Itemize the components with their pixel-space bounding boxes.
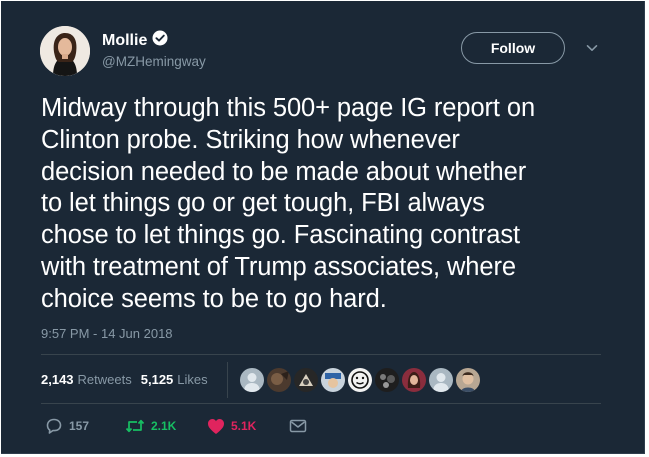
retweets-count[interactable]: 2,143 [41,372,74,387]
retweet-count: 2.1K [151,419,177,433]
direct-message-action[interactable] [289,418,307,434]
author-display-name[interactable]: Mollie [102,32,147,50]
liker-avatar[interactable] [294,368,318,392]
follow-button[interactable]: Follow [461,32,565,64]
liker-avatar[interactable] [348,368,372,392]
author-handle[interactable]: @MZHemingway [102,54,206,69]
chevron-down-icon[interactable] [585,41,599,55]
liker-avatar[interactable] [240,368,264,392]
reply-action[interactable]: 157 [45,417,125,435]
verified-badge-icon [152,30,168,51]
envelope-icon[interactable] [289,418,307,434]
author-avatar[interactable] [40,26,90,76]
tweet-text-line: chose to let things go. Fascinating cont… [41,221,520,250]
liker-avatar[interactable] [456,368,480,392]
liker-avatar[interactable] [321,368,345,392]
tweet-text-line: to let things go or get tough, FBI alway… [41,189,485,218]
liker-avatar[interactable] [402,368,426,392]
tweet-text-line: Midway through this 500+ page IG report … [41,94,536,122]
tweet-card: Mollie @MZHemingway Follow Midway throug… [1,1,645,454]
tweet-text-line: with treatment of Trump associates, wher… [41,252,516,281]
heart-icon[interactable] [207,418,225,435]
liker-avatar[interactable] [429,368,453,392]
author-name-row[interactable]: Mollie [102,30,168,51]
reply-icon[interactable] [45,417,63,435]
liker-avatar[interactable] [375,368,399,392]
like-action[interactable]: 5.1K [207,418,289,435]
likes-label[interactable]: Likes [177,372,207,387]
liker-avatars [240,368,480,392]
stats-top-divider [41,354,601,355]
retweet-action[interactable]: 2.1K [125,417,207,435]
liker-avatar[interactable] [267,368,291,392]
tweet-text: Midway through this 500+ page IG report … [41,93,611,316]
tweet-actions: 157 2.1K 5.1K [45,417,307,435]
stats-separator [227,362,228,398]
engagement-stats: 2,143 Retweets 5,125 Likes [41,372,217,387]
retweets-label[interactable]: Retweets [78,372,132,387]
tweet-text-line: Clinton probe. Striking how whenever [41,125,460,154]
stats-bottom-divider [41,403,601,404]
tweet-text-line: decision needed to be made about whether [41,157,527,186]
reply-count: 157 [69,419,90,433]
retweet-icon[interactable] [125,417,145,435]
likes-count[interactable]: 5,125 [141,372,174,387]
like-count: 5.1K [231,419,257,433]
tweet-timestamp[interactable]: 9:57 PM - 14 Jun 2018 [41,326,173,341]
tweet-text-line: choice seems to be to go hard. [41,284,387,313]
